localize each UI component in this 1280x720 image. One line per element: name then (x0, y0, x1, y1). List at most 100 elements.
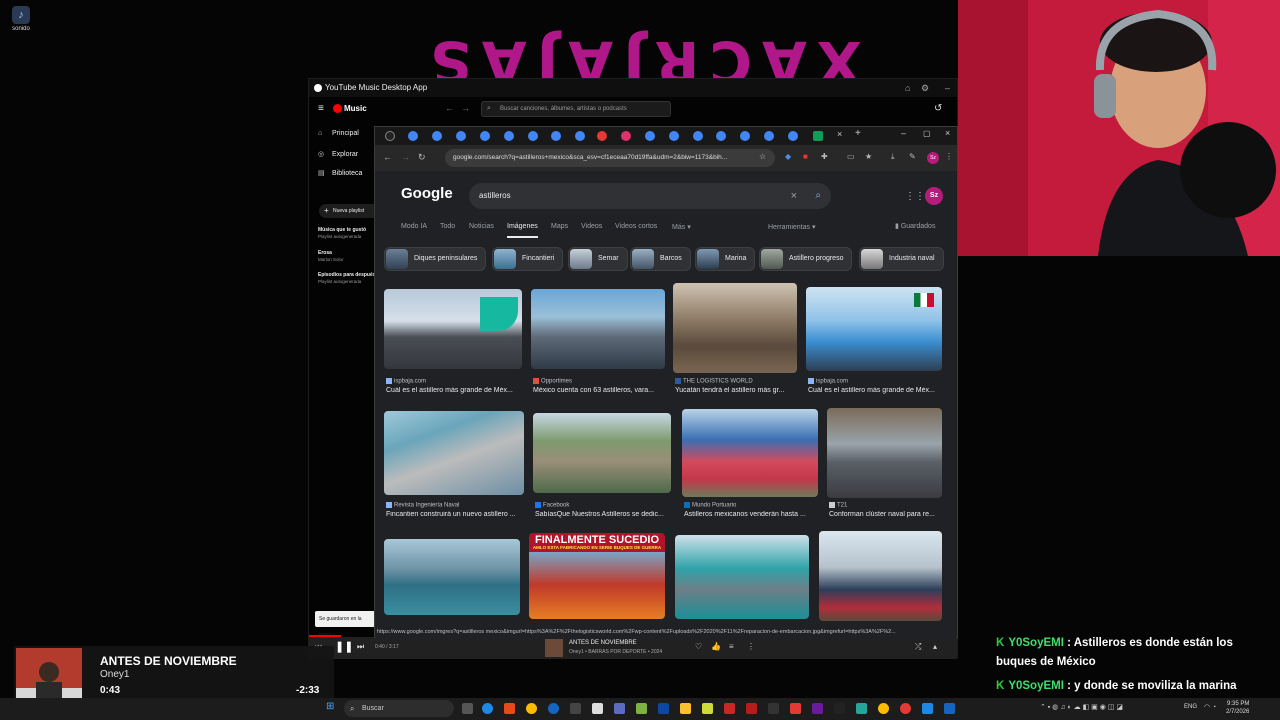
result-source[interactable]: ispbaja.com (386, 378, 426, 385)
ytm-logo[interactable]: Music (333, 104, 367, 114)
result-image[interactable] (673, 283, 797, 373)
google-tab-icon[interactable] (408, 131, 418, 141)
brave-icon[interactable] (504, 703, 515, 714)
app-icon[interactable] (790, 703, 801, 714)
forward-icon[interactable]: → (401, 152, 410, 162)
tiktok-tab-icon[interactable] (385, 131, 395, 141)
expand-icon[interactable]: ▴ (933, 642, 937, 651)
maximize-icon[interactable]: ▢ (923, 129, 931, 138)
tab-maps[interactable]: Maps (551, 223, 568, 230)
google-tab-icon[interactable] (788, 131, 798, 141)
history-icon[interactable]: ↺ (934, 103, 942, 114)
google-tab-icon[interactable] (432, 131, 442, 141)
download-icon[interactable]: ⤓ (891, 152, 895, 162)
google-tab-icon[interactable] (575, 131, 585, 141)
tray-icons[interactable]: ⌃ ▪ ◍ ♫ ◐ ☁ ◧ ▣ ◉ ◫ ◪ (1040, 703, 1123, 711)
google-tab-icon[interactable] (456, 131, 466, 141)
result-caption[interactable]: Yucatán tendrá el astillero más gr... (675, 387, 797, 394)
tab-mas[interactable]: Más ▾ (672, 223, 691, 231)
new-tab-icon[interactable]: + (855, 128, 861, 139)
start-windows-icon[interactable]: ⊞ (326, 701, 334, 712)
extension-icon[interactable]: ◆ (785, 152, 791, 161)
more-icon[interactable]: ⋮ (747, 642, 755, 651)
result-source[interactable]: Mundo Portuario (684, 502, 736, 509)
reload-icon[interactable]: ↻ (418, 152, 426, 163)
shuffle-icon[interactable]: ⤮ (915, 642, 921, 652)
qr-app-icon[interactable] (592, 703, 603, 714)
app-icon[interactable] (856, 703, 867, 714)
app-icon[interactable] (570, 703, 581, 714)
result-image[interactable] (384, 289, 522, 369)
google-tab-icon[interactable] (528, 131, 538, 141)
app-icon[interactable] (834, 703, 845, 714)
result-caption[interactable]: Astilleros mexicanos venderán hasta ... (684, 511, 820, 518)
back-arrow-icon[interactable]: ← (445, 103, 454, 113)
tab-noticias[interactable]: Noticias (469, 223, 494, 230)
add-to-playlist-icon[interactable]: ≡ (729, 642, 734, 651)
app-icon[interactable] (768, 703, 779, 714)
google-tab-icon[interactable] (764, 131, 774, 141)
app-icon[interactable] (548, 703, 559, 714)
chrome-icon[interactable] (526, 703, 537, 714)
home-icon[interactable]: ⌂ (905, 79, 910, 97)
extensions-puzzle-icon[interactable]: ✚ (821, 152, 828, 161)
google-tab-icon[interactable] (740, 131, 750, 141)
tab-videos[interactable]: Videos (581, 223, 602, 230)
instagram-tab-icon[interactable] (621, 131, 631, 141)
back-icon[interactable]: ← (383, 152, 392, 162)
result-image[interactable] (531, 289, 665, 369)
chip-fincantieri[interactable]: Fincantieri (492, 247, 564, 271)
tools-button[interactable]: Herramientas ▾ (768, 223, 815, 231)
google-account-avatar[interactable]: Sz (925, 187, 943, 205)
result-image[interactable] (806, 287, 942, 371)
result-source[interactable]: THE LOGISTICS WORLD (675, 378, 753, 385)
result-caption[interactable]: Cuál es el astillero más grande de Méx..… (808, 387, 942, 394)
ytm-nav-biblioteca[interactable]: ▤ Biblioteca (318, 169, 362, 177)
like-icon[interactable]: 👍 (711, 642, 721, 651)
google-tab-icon[interactable] (480, 131, 490, 141)
active-tab-icon[interactable] (813, 131, 823, 141)
google-logo[interactable]: Google (401, 185, 453, 202)
tab-imagenes[interactable]: Imágenes (507, 223, 538, 238)
new-playlist-button[interactable]: + Nueva playlist (319, 204, 381, 218)
bookmark-star-icon[interactable]: ☆ (759, 152, 766, 161)
google-tab-icon[interactable] (669, 131, 679, 141)
chip-barcos[interactable]: Barcos (630, 247, 691, 271)
result-image[interactable] (533, 413, 671, 493)
app-icon[interactable] (812, 703, 823, 714)
app-icon[interactable] (614, 703, 625, 714)
result-image[interactable] (384, 411, 524, 495)
result-source[interactable]: Revista Ingeniería Naval (386, 502, 459, 509)
forward-arrow-icon[interactable]: → (461, 103, 470, 113)
ytm-search-box[interactable]: ⌕ Buscar canciones, álbumes, artistas o … (481, 101, 671, 117)
wifi-volume-icons[interactable]: ◠ ◔ (1204, 703, 1216, 711)
youtube-music-icon[interactable] (900, 703, 911, 714)
minimize-icon[interactable]: – (945, 79, 950, 97)
menu-dots-icon[interactable]: ⋮ (945, 152, 953, 161)
google-tab-icon[interactable] (716, 131, 726, 141)
app-icon[interactable] (658, 703, 669, 714)
result-source[interactable]: Opportimes (533, 378, 572, 385)
google-tab-icon[interactable] (551, 131, 561, 141)
app-icon[interactable] (922, 703, 933, 714)
playlist-item[interactable]: Música que te gustó Playlist autogenerada (318, 227, 366, 239)
hamburger-menu-icon[interactable]: ≡ (318, 103, 324, 114)
youtube-tab-icon[interactable] (597, 131, 607, 141)
extension-icon[interactable]: ■ (803, 152, 808, 161)
ytm-nav-explorar[interactable]: ◎ Explorar (318, 150, 358, 158)
clear-search-icon[interactable]: × (791, 183, 797, 209)
result-source[interactable]: ispbaja.com (808, 378, 848, 385)
tab-search-icon[interactable]: ✎ (909, 152, 916, 161)
tab-videos-cortos[interactable]: Videos cortos (615, 223, 657, 230)
address-bar[interactable]: google.com/search?q=astilleros+mexico&sc… (445, 149, 775, 167)
search-icon[interactable]: ⌕ (815, 183, 821, 209)
pause-icon[interactable]: ❚❚ (335, 640, 353, 653)
result-image-news-banner[interactable]: FINALMENTE SUCEDIO AMLO ESTA FABRICANDO … (529, 533, 665, 619)
app-icon[interactable] (724, 703, 735, 714)
dislike-icon[interactable]: ♡ (695, 642, 702, 651)
profile-avatar-icon[interactable]: Sz (927, 152, 939, 164)
result-image[interactable] (675, 535, 809, 619)
cast-icon[interactable]: ▭ (847, 152, 855, 161)
chrome-icon[interactable] (878, 703, 889, 714)
ytm-nav-principal[interactable]: ⌂ Principal (318, 130, 359, 137)
